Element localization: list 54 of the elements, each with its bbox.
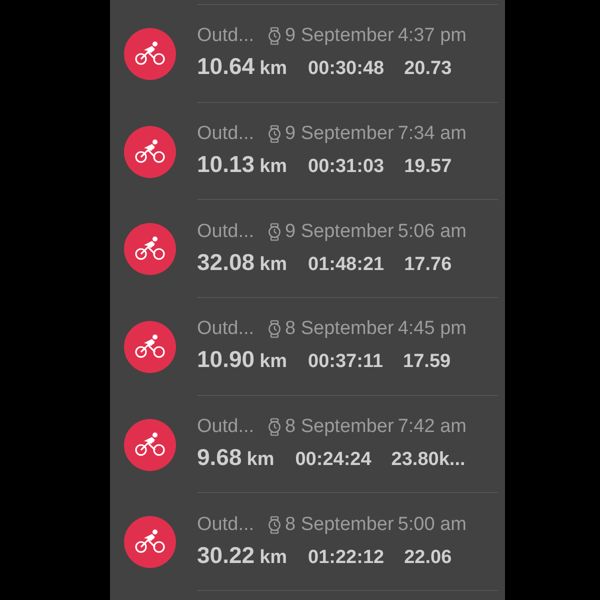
average-speed: 23.80k...: [391, 448, 466, 472]
average-speed: 20.73: [404, 57, 452, 82]
activity-title: Outd...: [197, 122, 254, 146]
duration: 00:24:24: [295, 448, 372, 472]
distance-value: 32.08: [197, 248, 255, 276]
activity-time: 7:34 am: [398, 122, 466, 146]
activity-date: 8 September: [285, 415, 394, 440]
distance-unit: km: [246, 448, 274, 472]
activity-date: 8 September: [285, 512, 394, 537]
duration: 00:31:03: [308, 155, 384, 180]
activity-time: 4:45 pm: [398, 317, 466, 342]
distance-value: 30.22: [197, 540, 255, 569]
duration: 00:30:48: [308, 57, 384, 82]
watch-icon: [268, 320, 282, 338]
activity-title: Outd...: [197, 415, 254, 440]
watch-icon: [268, 27, 282, 46]
activity-time: 5:06 am: [398, 220, 466, 244]
duration: 01:48:21: [308, 252, 384, 277]
average-speed: 17.76: [404, 252, 452, 277]
distance-unit: km: [260, 252, 288, 277]
activity-date: 8 September: [285, 317, 394, 342]
watch-icon: [268, 125, 282, 144]
distance-value: 9.68: [197, 443, 242, 472]
average-speed: 19.57: [404, 155, 452, 180]
activity-title: Outd...: [197, 24, 254, 48]
activity-date: 9 September: [285, 220, 394, 244]
average-speed: 22.06: [404, 546, 452, 570]
distance-unit: km: [260, 155, 288, 180]
cycling-icon: [124, 418, 176, 471]
distance-value: 10.13: [197, 150, 255, 178]
cycling-icon: [124, 126, 176, 178]
watch-icon: [268, 516, 282, 534]
activity-date: 9 September: [285, 24, 394, 48]
cycling-icon: [124, 320, 176, 373]
duration: 01:22:12: [308, 546, 384, 570]
distance-unit: km: [260, 546, 288, 570]
activity-title: Outd...: [197, 317, 254, 342]
cycling-icon: [124, 516, 176, 568]
activity-time: 5:00 am: [398, 512, 466, 537]
cycling-icon: [124, 223, 176, 276]
distance-unit: km: [260, 57, 288, 82]
activity-time: 7:42 am: [398, 415, 466, 440]
distance-value: 10.90: [197, 345, 255, 374]
activity-time: 4:37 pm: [398, 24, 466, 48]
watch-icon: [268, 222, 282, 241]
distance-value: 10.64: [197, 52, 255, 80]
activity-title: Outd...: [197, 512, 254, 537]
cycling-icon: [124, 28, 176, 80]
average-speed: 17.59: [403, 350, 451, 374]
duration: 00:37:11: [308, 350, 384, 374]
distance-unit: km: [260, 350, 288, 374]
activity-title: Outd...: [197, 220, 254, 244]
activity-date: 9 September: [285, 122, 394, 146]
watch-icon: [268, 418, 282, 436]
